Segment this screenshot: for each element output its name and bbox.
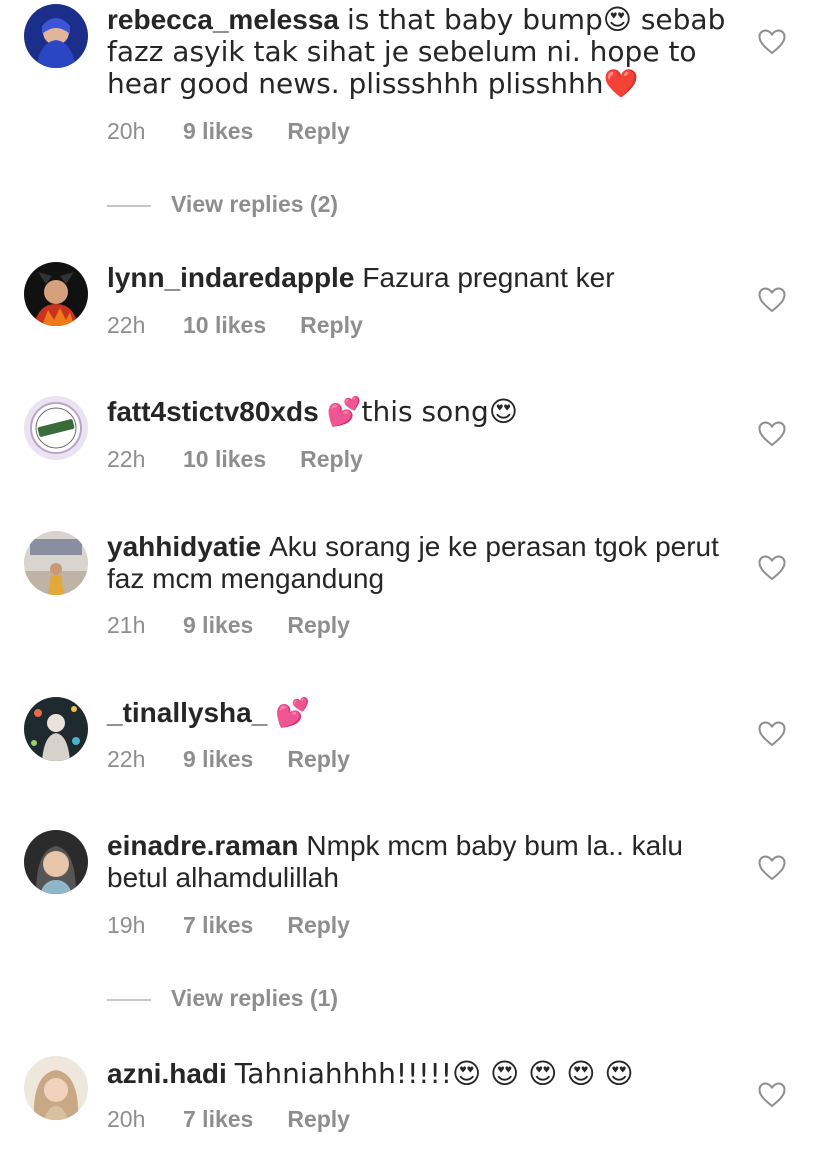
comment-time: 20h	[107, 1106, 146, 1132]
comment-text: lynn_indaredapple Fazura pregnant ker	[107, 262, 727, 294]
comment-body: 💕this song😍	[326, 395, 518, 428]
comment-likes[interactable]: 9 likes	[183, 612, 253, 638]
view-replies-button[interactable]: View replies (1)	[107, 985, 338, 1011]
comment-time: 21h	[107, 612, 146, 638]
comment-meta: 20h 9 likes Reply	[107, 118, 350, 144]
avatar[interactable]	[24, 531, 88, 595]
avatar[interactable]	[24, 697, 88, 761]
avatar[interactable]	[24, 4, 88, 68]
avatar[interactable]	[24, 262, 88, 326]
comment-username[interactable]: rebecca_melessa	[107, 4, 339, 35]
reply-button[interactable]: Reply	[300, 312, 363, 338]
reply-button[interactable]: Reply	[300, 446, 363, 472]
comment-text: _tinallysha_ 💕	[107, 697, 727, 729]
comment-text: rebecca_melessa is that baby bump😍 sebab …	[107, 4, 727, 100]
like-heart-icon[interactable]	[758, 29, 786, 55]
reply-button[interactable]: Reply	[287, 746, 350, 772]
avatar[interactable]	[24, 396, 88, 460]
comment-text: fatt4stictv80xds 💕this song😍	[107, 396, 727, 428]
view-replies-label: View replies (1)	[171, 985, 339, 1011]
comment-body: Tahniahhhh!!!!!😍 😍 😍 😍 😍	[234, 1057, 634, 1090]
reply-button[interactable]: Reply	[287, 912, 350, 938]
view-replies-button[interactable]: View replies (2)	[107, 191, 338, 217]
comment-likes[interactable]: 9 likes	[183, 746, 253, 772]
divider-line	[107, 998, 151, 1001]
comment-body: Fazura pregnant ker	[362, 262, 615, 293]
comment-meta: 22h 10 likes Reply	[107, 312, 363, 338]
comment-time: 22h	[107, 446, 146, 472]
reply-button[interactable]: Reply	[287, 612, 350, 638]
comment-username[interactable]: lynn_indaredapple	[107, 262, 354, 293]
divider-line	[107, 204, 151, 207]
comment-likes[interactable]: 7 likes	[183, 912, 253, 938]
like-heart-icon[interactable]	[758, 555, 786, 581]
comment-likes[interactable]: 10 likes	[183, 312, 266, 338]
avatar[interactable]	[24, 1056, 88, 1120]
comment-likes[interactable]: 10 likes	[183, 446, 266, 472]
comment-username[interactable]: yahhidyatie	[107, 531, 261, 562]
comment-username[interactable]: einadre.raman	[107, 830, 298, 861]
like-heart-icon[interactable]	[758, 421, 786, 447]
comment-text: einadre.raman Nmpk mcm baby bum la.. kalu…	[107, 830, 727, 894]
like-heart-icon[interactable]	[758, 721, 786, 747]
comment-time: 22h	[107, 312, 146, 338]
reply-button[interactable]: Reply	[287, 118, 350, 144]
comment-time: 20h	[107, 118, 146, 144]
comment-meta: 20h 7 likes Reply	[107, 1106, 350, 1132]
comment-time: 22h	[107, 746, 146, 772]
comment-meta: 21h 9 likes Reply	[107, 612, 350, 638]
comment-username[interactable]: azni.hadi	[107, 1058, 227, 1089]
comment-time: 19h	[107, 912, 146, 938]
view-replies-label: View replies (2)	[171, 191, 339, 217]
like-heart-icon[interactable]	[758, 1082, 786, 1108]
comment-text: azni.hadi Tahniahhhh!!!!!😍 😍 😍 😍 😍	[107, 1058, 727, 1090]
comment-username[interactable]: fatt4stictv80xds	[107, 396, 319, 427]
comment-username[interactable]: _tinallysha_	[107, 697, 267, 728]
comment-meta: 22h 9 likes Reply	[107, 746, 350, 772]
reply-button[interactable]: Reply	[287, 1106, 350, 1132]
comment-body: 💕	[275, 696, 311, 729]
comment-meta: 19h 7 likes Reply	[107, 912, 350, 938]
comment-likes[interactable]: 7 likes	[183, 1106, 253, 1132]
comment-meta: 22h 10 likes Reply	[107, 446, 363, 472]
avatar[interactable]	[24, 830, 88, 894]
comment-likes[interactable]: 9 likes	[183, 118, 253, 144]
like-heart-icon[interactable]	[758, 855, 786, 881]
comment-text: yahhidyatie Aku sorang je ke perasan tgok…	[107, 531, 727, 595]
like-heart-icon[interactable]	[758, 287, 786, 313]
